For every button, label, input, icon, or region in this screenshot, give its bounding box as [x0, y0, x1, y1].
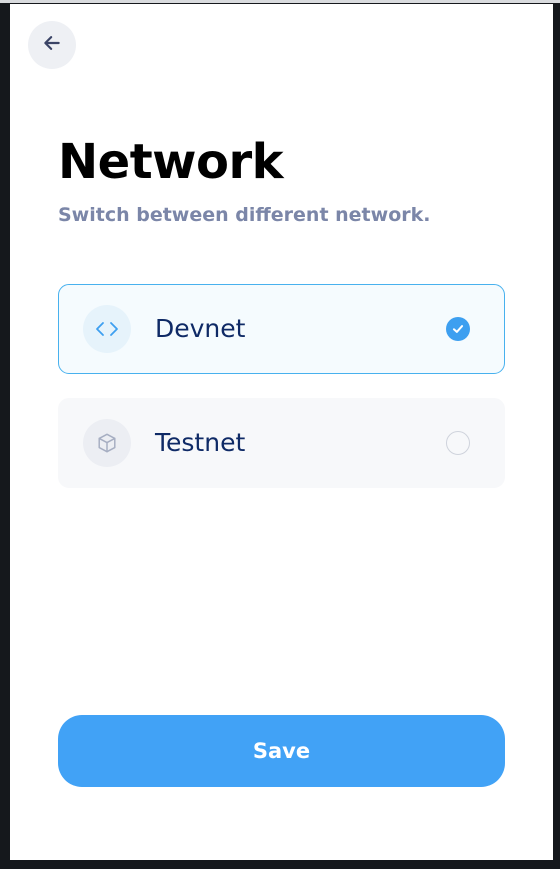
- code-brackets-icon: [83, 305, 131, 353]
- network-option-devnet[interactable]: Devnet: [58, 284, 505, 374]
- window-top-edge: [0, 0, 560, 3]
- back-button[interactable]: [28, 21, 76, 69]
- save-button[interactable]: Save: [58, 715, 505, 787]
- page-subtitle: Switch between different network.: [58, 204, 431, 226]
- radio-checked-icon[interactable]: [446, 317, 470, 341]
- arrow-left-icon: [42, 33, 62, 58]
- network-option-label: Devnet: [155, 314, 246, 343]
- page-title: Network: [58, 134, 284, 190]
- network-option-testnet[interactable]: Testnet: [58, 398, 505, 488]
- radio-unchecked-icon[interactable]: [446, 431, 470, 455]
- network-settings-panel: Network Switch between different network…: [10, 4, 553, 860]
- network-option-label: Testnet: [155, 428, 246, 457]
- cube-icon: [83, 419, 131, 467]
